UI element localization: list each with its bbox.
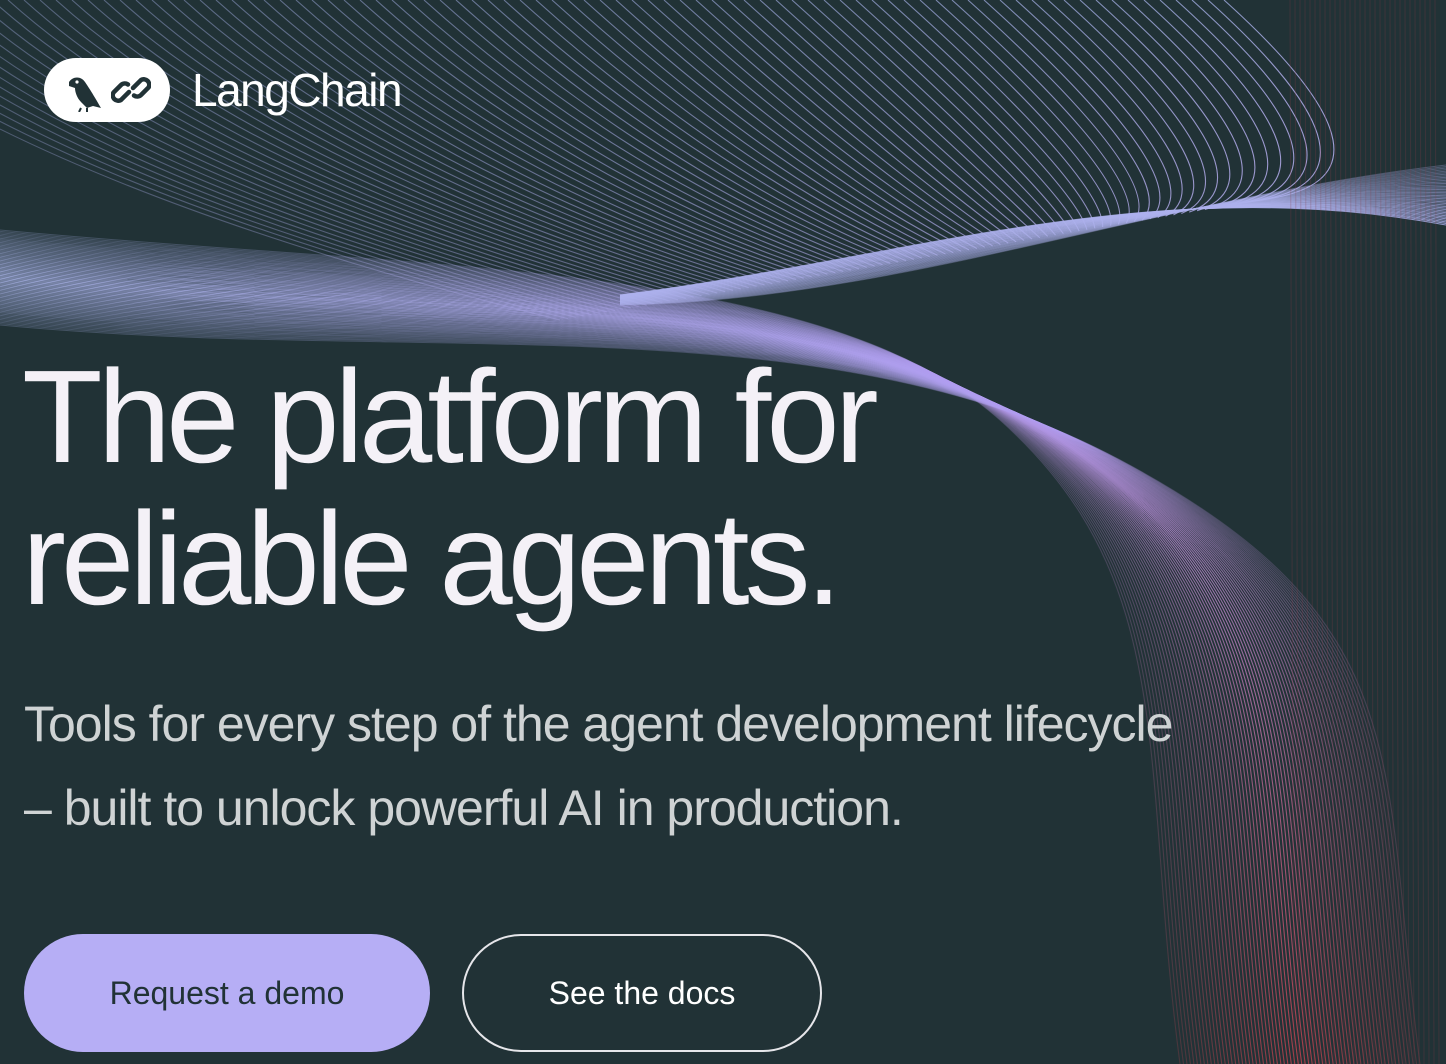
hero-subtitle-line-1: Tools for every step of the agent develo… <box>24 696 1173 752</box>
hero-title: The platform for reliable agents. <box>22 346 1122 630</box>
request-demo-button[interactable]: Request a demo <box>24 934 430 1052</box>
hero-subtitle: Tools for every step of the agent develo… <box>24 682 1384 850</box>
landing-page: LangChain The platform for reliable agen… <box>0 0 1446 1064</box>
logo[interactable]: LangChain <box>44 58 403 122</box>
chain-link-icon <box>111 77 151 103</box>
logo-text: LangChain <box>192 64 403 116</box>
logo-badge <box>44 58 170 122</box>
see-docs-button[interactable]: See the docs <box>462 934 822 1052</box>
hero-title-line-1: The platform for <box>22 343 879 490</box>
parrot-icon <box>69 77 101 112</box>
hero-subtitle-line-2: – built to unlock powerful AI in product… <box>24 780 904 836</box>
hero-title-line-2: reliable agents. <box>22 485 842 632</box>
